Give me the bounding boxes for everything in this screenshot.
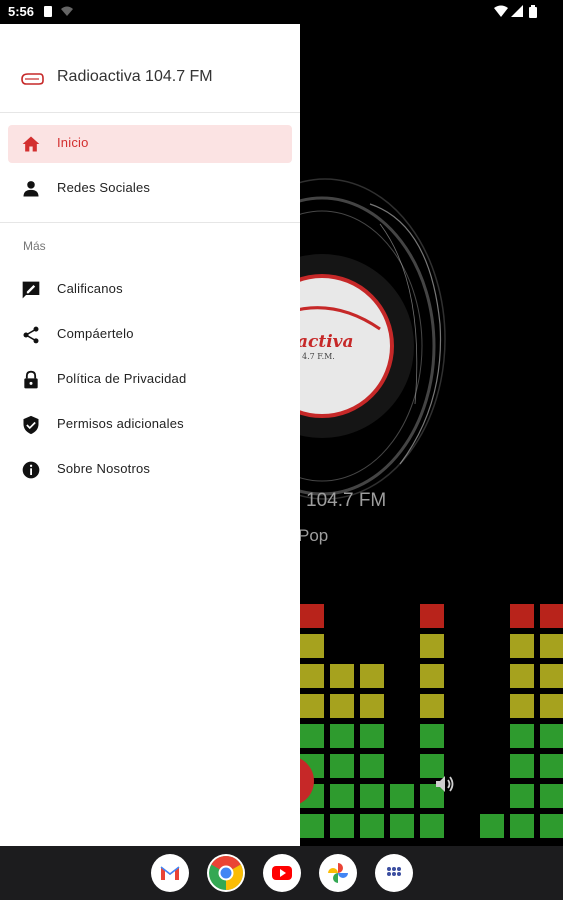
eq-cell (510, 784, 534, 808)
section-label-mas: Más (23, 239, 46, 253)
rate-review-icon (22, 281, 40, 299)
gmail-icon[interactable] (151, 854, 189, 892)
eq-cell (510, 604, 534, 628)
nav-item-label: Inicio (57, 135, 89, 150)
drawer-header: Radioactiva 104.7 FM (0, 24, 300, 113)
drawer-divider (0, 222, 300, 223)
eq-cell (540, 724, 563, 748)
eq-cell (390, 784, 414, 808)
eq-cell (360, 724, 384, 748)
eq-cell (510, 634, 534, 658)
eq-cell (330, 814, 354, 838)
eq-cell (360, 814, 384, 838)
eq-cell (510, 694, 534, 718)
nav-item-label: Sobre Nosotros (57, 461, 151, 476)
eq-cell (330, 664, 354, 688)
eq-cell (420, 694, 444, 718)
volume-icon[interactable] (434, 774, 456, 794)
eq-cell (390, 814, 414, 838)
eq-cell (330, 784, 354, 808)
eq-cell (330, 754, 354, 778)
eq-cell (330, 694, 354, 718)
eq-cell (420, 604, 444, 628)
wifi-off-icon (61, 6, 73, 16)
eq-cell (300, 664, 324, 688)
eq-cell (540, 664, 563, 688)
eq-cell (510, 754, 534, 778)
radio-logo-icon (21, 73, 44, 85)
nav-item-sobre-nosotros[interactable]: Sobre Nosotros (8, 451, 292, 489)
eq-cell (510, 814, 534, 838)
nav-item-politica-privacidad[interactable]: Política de Privacidad (8, 361, 292, 399)
youtube-icon[interactable] (263, 854, 301, 892)
status-bar: 5:56 (0, 0, 563, 24)
battery-icon (529, 5, 537, 18)
eq-cell (420, 634, 444, 658)
eq-cell (360, 754, 384, 778)
eq-cell (420, 664, 444, 688)
eq-cell (360, 664, 384, 688)
signal-icon (511, 5, 523, 17)
chrome-icon[interactable] (207, 854, 245, 892)
eq-cell (510, 664, 534, 688)
wifi-icon (494, 5, 508, 17)
share-icon (23, 326, 39, 344)
nav-item-redes-sociales[interactable]: Redes Sociales (8, 170, 292, 208)
drawer-title: Radioactiva 104.7 FM (57, 68, 213, 85)
navigation-drawer: Radioactiva 104.7 FM Inicio Redes Social… (0, 24, 300, 846)
photos-icon[interactable] (319, 854, 357, 892)
eq-cell (300, 814, 324, 838)
eq-cell (360, 694, 384, 718)
eq-cell (300, 634, 324, 658)
nav-item-label: Permisos adicionales (57, 416, 184, 431)
nav-item-inicio[interactable]: Inicio (8, 125, 292, 163)
eq-cell (540, 814, 563, 838)
home-icon (22, 136, 40, 152)
nav-item-permisos-adicionales[interactable]: Permisos adicionales (8, 406, 292, 444)
nav-item-label: Calificanos (57, 281, 123, 296)
lock-icon (24, 370, 38, 389)
nav-item-label: Política de Privacidad (57, 371, 187, 386)
nav-item-compartelo[interactable]: Compáertelo (8, 316, 292, 354)
eq-cell (330, 724, 354, 748)
eq-cell (540, 604, 563, 628)
eq-cell (510, 724, 534, 748)
eq-cell (420, 724, 444, 748)
person-icon (23, 181, 39, 197)
eq-cell (540, 694, 563, 718)
eq-cell (300, 724, 324, 748)
eq-cell (420, 814, 444, 838)
eq-cell (540, 634, 563, 658)
eq-cell (300, 694, 324, 718)
nav-item-calificanos[interactable]: Calificanos (8, 271, 292, 309)
eq-cell (300, 604, 324, 628)
nav-item-label: Redes Sociales (57, 180, 151, 195)
battery-saver-icon (44, 6, 52, 17)
app-drawer-icon[interactable] (375, 854, 413, 892)
eq-cell (540, 784, 563, 808)
eq-cell (480, 814, 504, 838)
info-icon (22, 461, 40, 479)
navigation-bar (0, 846, 563, 900)
eq-cell (540, 754, 563, 778)
shield-icon (23, 415, 39, 435)
status-time: 5:56 (8, 4, 35, 19)
eq-cell (360, 784, 384, 808)
nav-item-label: Compáertelo (57, 326, 134, 341)
